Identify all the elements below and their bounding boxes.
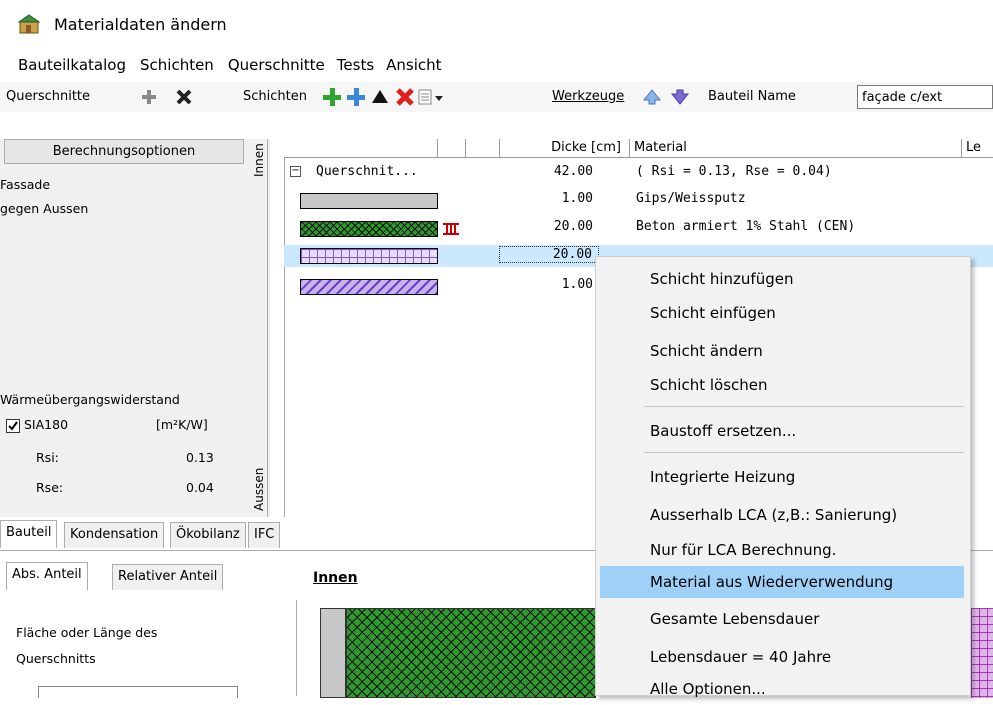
- menu-item-ausserhalb-lca[interactable]: Ausserhalb LCA (z,B.: Sanierung): [596, 499, 970, 531]
- row-dicke: 42.00: [553, 164, 593, 179]
- header-le[interactable]: Le: [962, 139, 993, 158]
- context-menu: Schicht hinzufügen Schicht einfügen Schi…: [595, 256, 971, 698]
- flaeche-label-2: Querschnitts: [16, 651, 96, 666]
- description-line2: gegen Aussen: [0, 201, 89, 216]
- menu-querschnitte[interactable]: Querschnitte: [228, 52, 325, 80]
- sub-tabs: Abs. Anteil Relativer Anteil: [0, 560, 280, 590]
- tab-oekobilanz[interactable]: Ökobilanz: [170, 522, 246, 548]
- add-layer-icon[interactable]: [322, 87, 342, 111]
- rse-value: 0.04: [186, 480, 214, 495]
- rse-label: Rse:: [36, 480, 64, 495]
- menu-bar: Bauteilkatalog Schichten Querschnitte Te…: [0, 52, 993, 80]
- arrow-down-icon[interactable]: [670, 88, 690, 110]
- table-row[interactable]: − Querschnit... 42.00 ( Rsi = 0.13, Rse …: [284, 163, 993, 185]
- menu-schichten[interactable]: Schichten: [140, 52, 214, 80]
- layer-pattern-insulation: [300, 248, 438, 264]
- table-row[interactable]: 1.00 Gips/Weissputz: [284, 190, 993, 212]
- menu-item-schicht-aendern[interactable]: Schicht ändern: [596, 335, 970, 367]
- aussen-label: Aussen: [252, 467, 266, 511]
- insert-layer-icon[interactable]: [346, 87, 366, 111]
- delete-section-icon[interactable]: [175, 88, 193, 110]
- unit-label: [m²K/W]: [156, 417, 208, 432]
- layer-pattern-gips: [300, 193, 438, 209]
- layer-pattern-putz: [300, 279, 438, 295]
- table-row[interactable]: 20.00 Beton armiert 1% Stahl (CEN): [284, 218, 993, 240]
- row-material: Beton armiert 1% Stahl (CEN): [636, 219, 856, 234]
- menu-item-schicht-hinzufuegen[interactable]: Schicht hinzufügen: [596, 263, 970, 295]
- menu-ansicht[interactable]: Ansicht: [386, 52, 441, 80]
- menu-item-baustoff-ersetzen[interactable]: Baustoff ersetzen...: [596, 415, 970, 447]
- window-title: Materialdaten ändern: [54, 15, 227, 34]
- querschnitte-label: Querschnitte: [6, 89, 91, 104]
- tab-relativer-anteil[interactable]: Relativer Anteil: [112, 564, 224, 590]
- tab-ifc[interactable]: IFC: [248, 522, 281, 548]
- menu-bauteilkatalog[interactable]: Bauteilkatalog: [18, 52, 126, 80]
- preview-beton: [346, 608, 596, 698]
- menu-item-schicht-einfuegen[interactable]: Schicht einfügen: [596, 297, 970, 329]
- reinforcement-icon: [442, 221, 460, 241]
- werkzeuge-label[interactable]: Werkzeuge: [552, 89, 624, 104]
- row-name: Querschnit...: [316, 164, 418, 179]
- grid-header: Dicke [cm] Material Le: [284, 139, 993, 158]
- header-dicke[interactable]: Dicke [cm]: [500, 139, 630, 158]
- row-dicke[interactable]: 20.00: [499, 246, 599, 263]
- delete-layer-icon[interactable]: [395, 87, 415, 111]
- preview-gips: [320, 608, 346, 698]
- description-line1: Fassade: [0, 177, 51, 192]
- menu-tests[interactable]: Tests: [337, 52, 374, 80]
- flaeche-input[interactable]: [38, 686, 238, 698]
- left-panel: Berechnungsoptionen Innen Aussen Fassade…: [0, 139, 270, 517]
- tab-bauteil[interactable]: Bauteil: [0, 520, 58, 548]
- move-up-icon[interactable]: [371, 89, 389, 109]
- tab-abs-anteil[interactable]: Abs. Anteil: [6, 562, 88, 590]
- tab-kondensation[interactable]: Kondensation: [64, 522, 165, 548]
- menu-item-nur-lca[interactable]: Nur für LCA Berechnung.: [596, 534, 970, 566]
- bauteil-name-label: Bauteil Name: [708, 89, 796, 104]
- layer-pattern-beton: [300, 221, 438, 237]
- sia180-checkbox[interactable]: [6, 419, 20, 433]
- innen-heading: Innen: [313, 570, 358, 586]
- menu-item-alle-optionen[interactable]: Alle Optionen...: [596, 673, 970, 705]
- title-bar: Materialdaten ändern: [0, 0, 993, 50]
- row-material: ( Rsi = 0.13, Rse = 0.04): [636, 164, 832, 179]
- row-dicke: 20.00: [553, 219, 593, 234]
- row-dicke: 1.00: [561, 277, 593, 292]
- schichten-label: Schichten: [243, 89, 307, 104]
- list-options-icon[interactable]: [418, 88, 446, 110]
- preview-insulation: [971, 608, 993, 698]
- row-dicke: 1.00: [561, 191, 593, 206]
- row-material: Gips/Weissputz: [636, 191, 746, 206]
- menu-item-material-wiederverwendung[interactable]: Material aus Wiederverwendung: [600, 566, 964, 598]
- menu-item-schicht-loeschen[interactable]: Schicht löschen: [596, 369, 970, 401]
- app-icon: [17, 14, 41, 34]
- collapse-icon[interactable]: −: [290, 166, 301, 177]
- rsi-value: 0.13: [186, 450, 214, 465]
- resistance-title: Wärmeübergangswiderstand: [0, 392, 180, 407]
- bauteil-name-input[interactable]: [857, 85, 993, 109]
- toolbar: Querschnitte Schichten Werkzeuge Bauteil…: [0, 82, 993, 112]
- arrow-up-icon[interactable]: [642, 88, 662, 110]
- menu-item-gesamte-lebensdauer[interactable]: Gesamte Lebensdauer: [596, 603, 970, 635]
- calc-options-button[interactable]: Berechnungsoptionen: [4, 139, 244, 164]
- add-section-icon[interactable]: [140, 88, 158, 110]
- menu-item-lebensdauer-40[interactable]: Lebensdauer = 40 Jahre: [596, 641, 970, 673]
- sia180-label: SIA180: [24, 417, 69, 432]
- menu-item-integrierte-heizung[interactable]: Integrierte Heizung: [596, 461, 970, 493]
- rsi-label: Rsi:: [36, 450, 59, 465]
- innen-label: Innen: [252, 143, 266, 177]
- header-material[interactable]: Material: [630, 139, 962, 158]
- flaeche-label-1: Fläche oder Länge des: [16, 625, 158, 640]
